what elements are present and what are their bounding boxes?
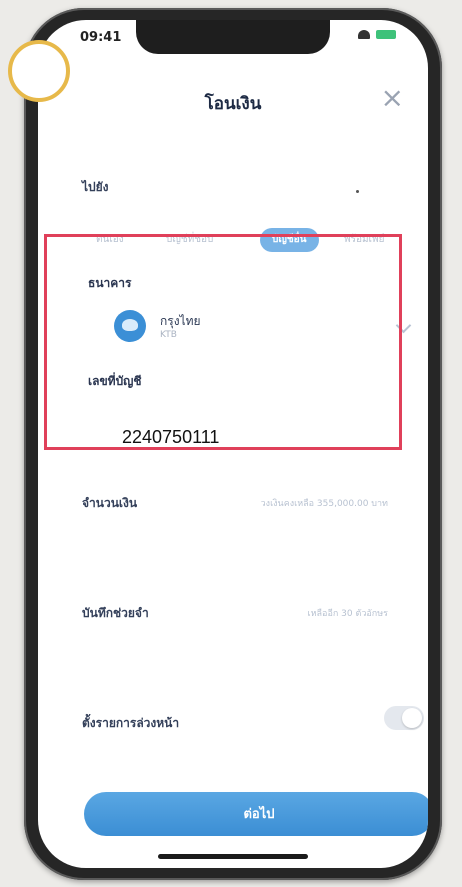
schedule-label: ตั้งรายการล่วงหน้า [82, 716, 180, 730]
note-label: บันทึกช่วยจำ [82, 606, 149, 620]
battery-icon [376, 30, 396, 39]
next-button[interactable]: ต่อไป [84, 792, 428, 836]
amount-label: จำนวนเงิน [82, 496, 138, 510]
touch-indicator-ring [8, 40, 70, 102]
status-time: 09:41 [80, 30, 122, 45]
wifi-icon [358, 30, 370, 39]
toggle-knob [402, 708, 422, 728]
schedule-toggle[interactable] [384, 706, 424, 730]
highlight-box [44, 234, 402, 450]
recipient-label: ไปยัง [82, 180, 109, 194]
close-icon[interactable]: × [381, 82, 404, 114]
note-char-count: เหลืออีก 30 ตัวอักษร [307, 609, 388, 619]
amount-limit-hint: วงเงินคงเหลือ 355,000.00 บาท [260, 499, 388, 509]
home-indicator [158, 854, 308, 859]
phone-notch [136, 20, 330, 54]
page-title: โอนเงิน [204, 94, 262, 114]
status-icons [358, 30, 396, 39]
dust-speck [356, 190, 359, 193]
